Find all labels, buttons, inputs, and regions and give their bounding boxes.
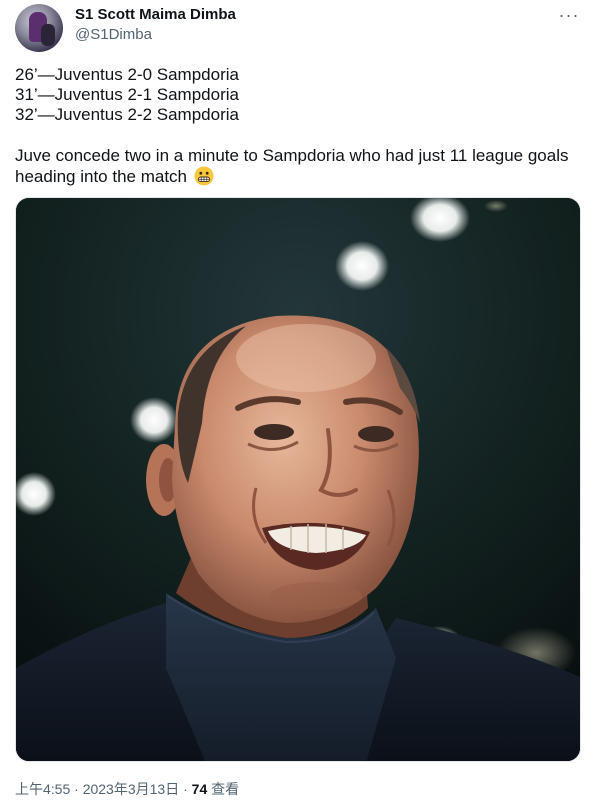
display-name[interactable]: S1 Scott Maima Dimba (75, 6, 236, 24)
tweet-date[interactable]: 2023年3月13日 (83, 781, 180, 797)
tweet-photo[interactable] (15, 197, 581, 762)
avatar-figure-shadow (41, 24, 55, 46)
more-horizontal-icon[interactable]: ··· (557, 4, 581, 26)
score-lines: 26’—Juventus 2-0 Sampdoria 31’—Juventus … (15, 65, 581, 125)
score-line: 31’—Juventus 2-1 Sampdoria (15, 85, 239, 104)
avatar[interactable] (15, 4, 63, 52)
tweet-time[interactable]: 上午4:55 (15, 781, 70, 797)
user-handle[interactable]: @S1Dimba (75, 26, 152, 44)
tweet-meta: 上午4:55 · 2023年3月13日 · 74 查看 (15, 780, 239, 798)
views-label: 查看 (211, 781, 240, 797)
tweet: S1 Scott Maima Dimba @S1Dimba ··· 26’—Ju… (0, 0, 594, 804)
tweet-caption: Juve concede two in a minute to Sampdori… (15, 146, 581, 187)
meta-separator: · (74, 781, 79, 797)
score-line: 26’—Juventus 2-0 Sampdoria (15, 65, 239, 84)
views-count: 74 (191, 781, 208, 797)
score-line: 32’—Juventus 2-2 Sampdoria (15, 105, 239, 124)
grimacing-face-emoji (194, 166, 214, 186)
meta-separator: · (183, 781, 188, 797)
tweet-header: S1 Scott Maima Dimba @S1Dimba ··· (15, 4, 581, 52)
caption-text: Juve concede two in a minute to Sampdori… (15, 146, 569, 186)
